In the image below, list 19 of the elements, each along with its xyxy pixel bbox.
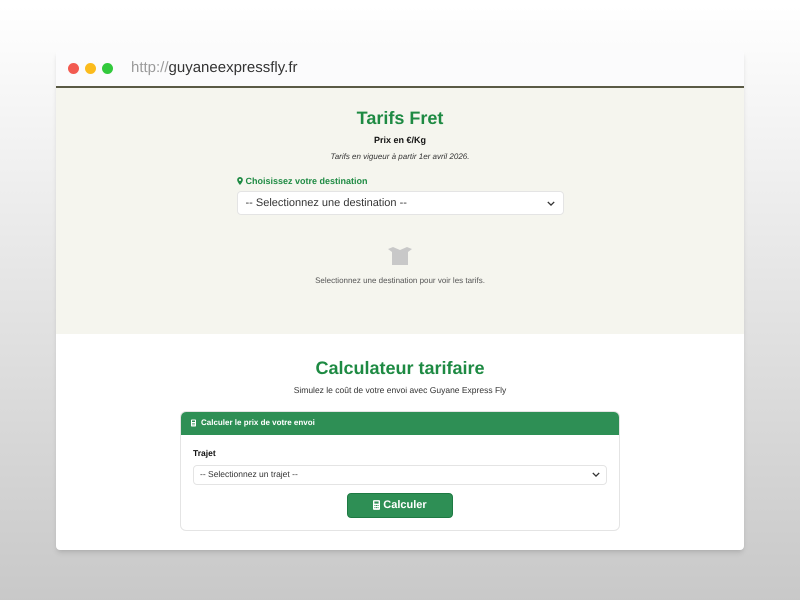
map-pin-icon bbox=[236, 177, 242, 186]
calculate-button[interactable]: Calculer bbox=[347, 492, 453, 518]
calculator-subtitle: Simulez le coût de votre envoi avec Guyane Express Fly bbox=[294, 384, 506, 397]
calculator-icon bbox=[191, 419, 196, 428]
price-unit: Prix en €/Kg bbox=[374, 134, 426, 147]
chevron-icon bbox=[546, 200, 554, 206]
trajet-label: Trajet bbox=[193, 446, 217, 460]
url-scheme: http:// bbox=[131, 58, 169, 78]
calculator-title: Calculateur tarifaire bbox=[315, 357, 485, 380]
card-title: Calculer le prix de votre envoi bbox=[201, 417, 315, 430]
destination-label: Choisissez votre destination bbox=[246, 174, 368, 188]
chevron-icon bbox=[592, 472, 600, 477]
trajet-select[interactable]: -- Selectionnez un trajet -- bbox=[193, 464, 607, 484]
section-title: Tarifs Fret bbox=[356, 107, 444, 130]
validity-note: Tarifs en vigueur à partir 1er avril 2026. bbox=[330, 150, 470, 162]
url-host: guyaneexpressfly.fr bbox=[168, 58, 298, 78]
destination-select[interactable]: -- Selectionnez une destination -- bbox=[236, 191, 564, 215]
empty-message: Selectionnez une destination pour voir les tarifs. bbox=[315, 275, 485, 287]
calculator-icon bbox=[373, 500, 380, 510]
